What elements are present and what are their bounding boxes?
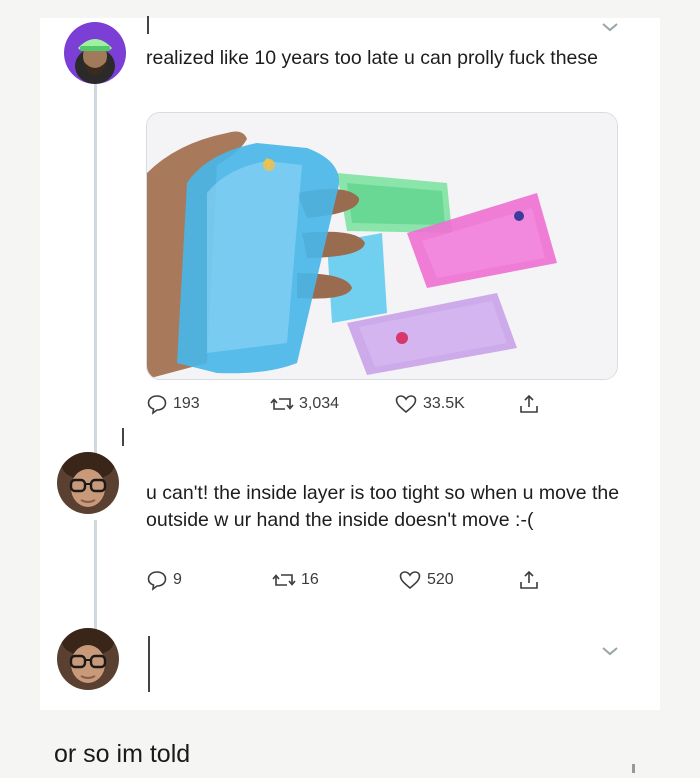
thread-connector-line [94,520,97,632]
like-button[interactable]: 33.5K [394,392,465,416]
avatar[interactable] [57,452,119,514]
scan-speck [632,764,635,773]
chevron-down-icon[interactable] [600,644,620,658]
speech-bubble-icon [147,395,167,415]
retweet-button[interactable]: 3,034 [270,392,339,416]
retweet-count: 3,034 [299,395,340,412]
water-wiggler-toys-photo [147,113,617,379]
like-count: 33.5K [423,395,465,412]
text-cursor-mark [148,636,150,692]
share-button[interactable] [518,392,540,416]
heart-icon [399,571,421,590]
reply-button[interactable]: 9 [146,568,182,592]
thread-connector-line [94,82,97,454]
meme-caption: or so im told [54,740,191,768]
retweet-count: 16 [301,571,319,588]
retweet-arrows-icon [270,398,294,410]
share-button[interactable] [518,568,540,592]
tweet-actions: 9 16 520 [146,568,566,592]
chevron-down-icon[interactable] [600,20,620,34]
share-upload-icon [520,570,538,589]
like-button[interactable]: 520 [398,568,454,592]
speech-bubble-icon [147,571,167,591]
text-cursor-mark [147,16,149,34]
avatar[interactable] [64,22,126,84]
reply-count: 9 [173,571,182,588]
like-count: 520 [427,571,454,588]
heart-icon [395,395,417,414]
retweet-arrows-icon [272,574,296,586]
reply-button[interactable]: 193 [146,392,200,416]
avatar[interactable] [57,628,119,690]
tweet-text: realized like 10 years too late u can pr… [146,47,598,69]
retweet-button[interactable]: 16 [272,568,319,592]
text-cursor-mark [122,428,124,446]
tweet-media-image[interactable] [146,112,618,380]
share-upload-icon [520,394,538,413]
tweet-actions: 193 3,034 33.5K [146,392,566,416]
reply-count: 193 [173,395,200,412]
tweet-text: u can't! the inside layer is too tight s… [146,482,620,531]
